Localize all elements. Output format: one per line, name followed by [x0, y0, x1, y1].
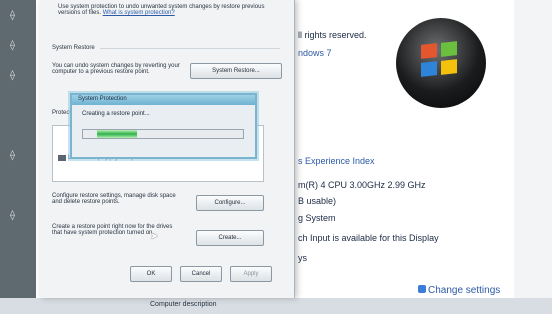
change-settings-label: Change settings: [428, 285, 501, 296]
left-glyph-icon: ⟠: [10, 40, 15, 51]
copyright-text: ll rights reserved.: [298, 30, 367, 40]
dialog-title: System Protection: [78, 96, 127, 102]
pen-touch-text: ch Input is available for this Display: [298, 233, 439, 243]
system-protection-dialog: System Protection Creating a restore poi…: [70, 93, 257, 159]
computer-description-label: Computer description: [150, 301, 217, 308]
what-is-link[interactable]: What is system protection?: [103, 10, 175, 16]
mouse-cursor-icon: ➤: [150, 231, 159, 242]
system-restore-group-label: System Restore: [52, 45, 95, 51]
system-restore-button[interactable]: System Restore...: [190, 63, 282, 79]
ok-button[interactable]: OK: [130, 266, 172, 282]
intro-text: Use system protection to undo unwanted s…: [58, 4, 265, 16]
create-button[interactable]: Create...: [196, 230, 264, 246]
desktop-left-edge: ⟠ ⟠ ⟠ ⟠ ⟠: [0, 0, 36, 314]
windows-logo: [396, 18, 486, 108]
dialog-message: Creating a restore point...: [82, 111, 150, 117]
group-divider: [100, 48, 280, 49]
left-glyph-icon: ⟠: [10, 150, 15, 161]
restore-text: You can undo system changes by reverting…: [52, 63, 180, 75]
memory-text: B usable): [298, 196, 337, 206]
experience-index-link[interactable]: s Experience Index: [298, 156, 375, 166]
drive-icon: [58, 155, 66, 161]
change-settings-link[interactable]: Change settings: [418, 285, 500, 296]
processor-text: m(R) 4 CPU 3.00GHz 2.99 GHz: [298, 180, 426, 190]
left-glyph-icon: ⟠: [10, 10, 15, 21]
right-panel-edge: [514, 0, 552, 314]
progress-bar: [82, 129, 244, 139]
edition-text: ndows 7: [298, 48, 332, 58]
workgroup-text: ys: [298, 253, 307, 263]
shield-icon: [418, 285, 426, 293]
left-glyph-icon: ⟠: [10, 210, 15, 221]
cancel-button[interactable]: Cancel: [180, 266, 222, 282]
progress-marquee: [97, 130, 137, 138]
left-glyph-icon: ⟠: [10, 70, 15, 81]
system-type-text: g System: [298, 213, 336, 223]
bottom-bar: Computer description: [0, 298, 552, 314]
configure-text: Configure restore settings, manage disk …: [52, 193, 176, 205]
configure-button[interactable]: Configure...: [196, 195, 264, 211]
create-text: Create a restore point right now for the…: [52, 224, 173, 236]
apply-button: Apply: [230, 266, 272, 282]
